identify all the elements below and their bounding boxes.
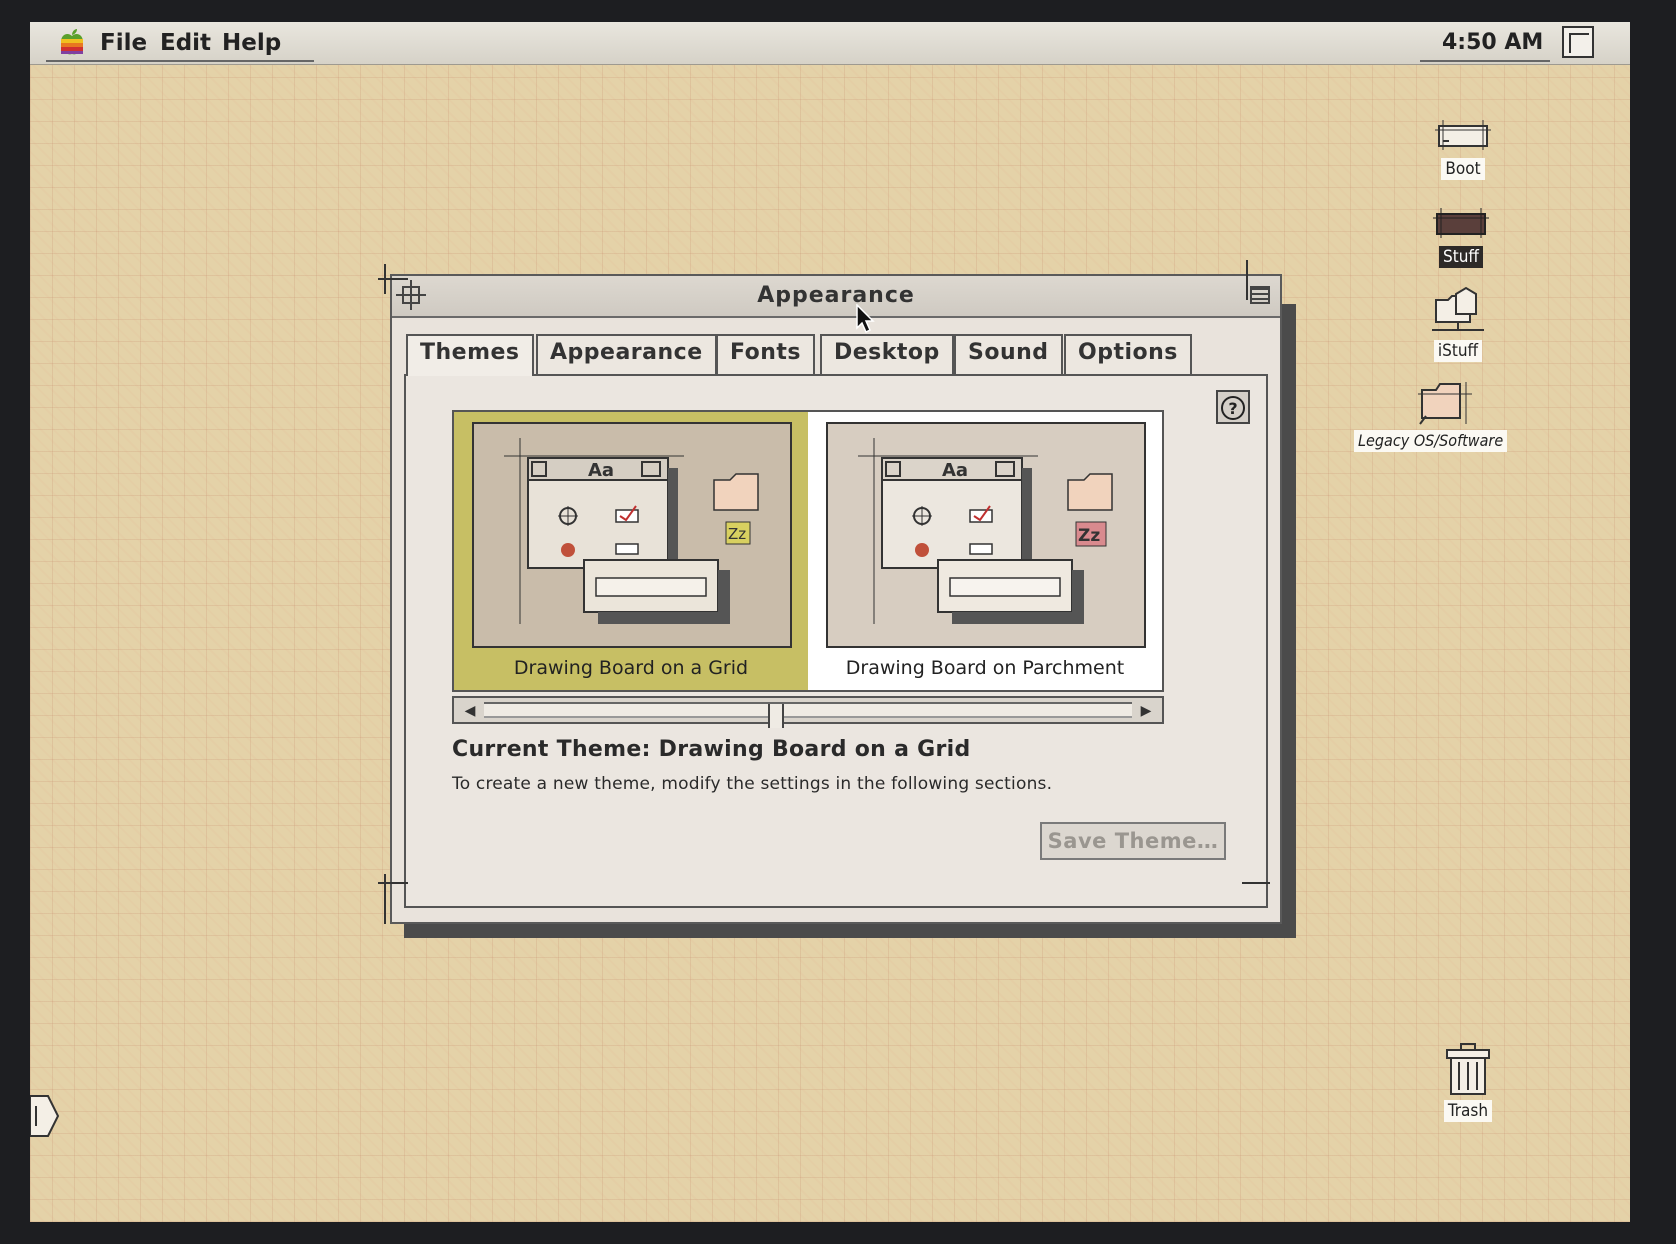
window-titlebar[interactable]: Appearance bbox=[392, 276, 1280, 318]
theme-item-parchment[interactable]: Aa Zz Drawing Board on Parchment bbox=[808, 412, 1162, 690]
crosshair-mark bbox=[378, 278, 408, 280]
themes-panel: ? Aa Zz Drawing Board on a Grid Aa Zz Dr… bbox=[404, 374, 1268, 908]
current-theme-label: Current Theme: Drawing Board on a Grid bbox=[452, 737, 971, 762]
help-icon: ? bbox=[1221, 395, 1245, 420]
tab-themes[interactable]: Themes bbox=[406, 334, 534, 376]
svg-text:Zz: Zz bbox=[728, 525, 746, 543]
crosshair-mark bbox=[378, 882, 408, 884]
desktop-icon-boot[interactable]: Boot bbox=[1418, 114, 1508, 180]
desktop-icon-legacy[interactable]: Legacy OS/Software bbox=[1354, 378, 1530, 452]
finder-tab-icon[interactable] bbox=[30, 1094, 60, 1138]
menu-divider bbox=[46, 60, 314, 62]
menu-bar: File Edit Help 4:50 AM bbox=[30, 22, 1630, 65]
clock-divider bbox=[1420, 60, 1550, 62]
theme-scrollbar[interactable]: ◀ ▶ bbox=[452, 696, 1164, 728]
window-body: Appearance Themes Appearance Fonts Deskt… bbox=[390, 274, 1282, 924]
scroll-thumb[interactable] bbox=[768, 704, 784, 728]
svg-text:Aa: Aa bbox=[942, 460, 968, 481]
tab-appearance[interactable]: Appearance bbox=[536, 334, 717, 374]
desktop: File Edit Help 4:50 AM Boot Stuff iStuff… bbox=[30, 22, 1630, 1222]
window-title: Appearance bbox=[757, 283, 915, 308]
crosshair-mark bbox=[1242, 882, 1270, 884]
theme-preview: Aa Zz bbox=[472, 422, 792, 648]
save-theme-button[interactable]: Save Theme… bbox=[1040, 822, 1226, 860]
scroll-right-arrow-icon[interactable]: ▶ bbox=[1134, 702, 1158, 720]
menu-clock[interactable]: 4:50 AM bbox=[1442, 28, 1543, 58]
menu-help[interactable]: Help bbox=[222, 28, 281, 58]
disk-icon bbox=[1433, 208, 1489, 238]
network-folder-icon bbox=[1432, 286, 1484, 331]
desktop-icon-label: iStuff bbox=[1433, 340, 1483, 362]
trash-icon bbox=[1446, 1043, 1490, 1095]
hard-disk-icon bbox=[1435, 120, 1491, 150]
theme-name: Drawing Board on Parchment bbox=[845, 657, 1125, 679]
window-shadow bbox=[404, 924, 1296, 938]
desktop-icon-stuff[interactable]: Stuff bbox=[1416, 202, 1506, 268]
help-button[interactable]: ? bbox=[1216, 390, 1250, 424]
appearance-window: Appearance Themes Appearance Fonts Deskt… bbox=[378, 260, 1296, 938]
svg-text:Zz: Zz bbox=[1078, 526, 1100, 546]
window-shadow bbox=[1282, 304, 1296, 930]
menu-file[interactable]: File bbox=[100, 28, 147, 58]
desktop-icon-label: Legacy OS/Software bbox=[1354, 430, 1508, 452]
svg-text:Aa: Aa bbox=[588, 460, 614, 481]
apple-menu-icon[interactable] bbox=[58, 28, 86, 58]
scroll-left-arrow-icon[interactable]: ◀ bbox=[458, 702, 482, 720]
tab-desktop[interactable]: Desktop bbox=[820, 334, 954, 374]
scroll-track[interactable] bbox=[484, 702, 1132, 728]
desktop-icon-label: Stuff bbox=[1439, 246, 1483, 268]
theme-list[interactable]: Aa Zz Drawing Board on a Grid Aa Zz Draw… bbox=[452, 410, 1164, 692]
tab-options[interactable]: Options bbox=[1064, 334, 1192, 374]
mouse-cursor-icon bbox=[856, 304, 875, 334]
desktop-icon-label: Boot bbox=[1441, 158, 1485, 180]
theme-name: Drawing Board on a Grid bbox=[513, 657, 749, 679]
theme-preview: Aa Zz bbox=[826, 422, 1146, 648]
tab-sound[interactable]: Sound bbox=[954, 334, 1063, 374]
application-menu-icon[interactable] bbox=[1562, 26, 1594, 58]
desktop-icon-label: Trash bbox=[1443, 1100, 1493, 1122]
theme-hint-text: To create a new theme, modify the settin… bbox=[452, 774, 1053, 794]
alias-folder-icon bbox=[1418, 382, 1472, 425]
desktop-icon-istuff[interactable]: iStuff bbox=[1410, 286, 1506, 362]
tab-fonts[interactable]: Fonts bbox=[716, 334, 816, 374]
collapse-box-icon[interactable] bbox=[1250, 286, 1270, 304]
menu-edit[interactable]: Edit bbox=[160, 28, 211, 58]
crosshair-mark bbox=[1246, 260, 1248, 300]
desktop-icon-trash[interactable]: Trash bbox=[1430, 1042, 1506, 1122]
theme-item-grid[interactable]: Aa Zz Drawing Board on a Grid bbox=[454, 412, 808, 690]
